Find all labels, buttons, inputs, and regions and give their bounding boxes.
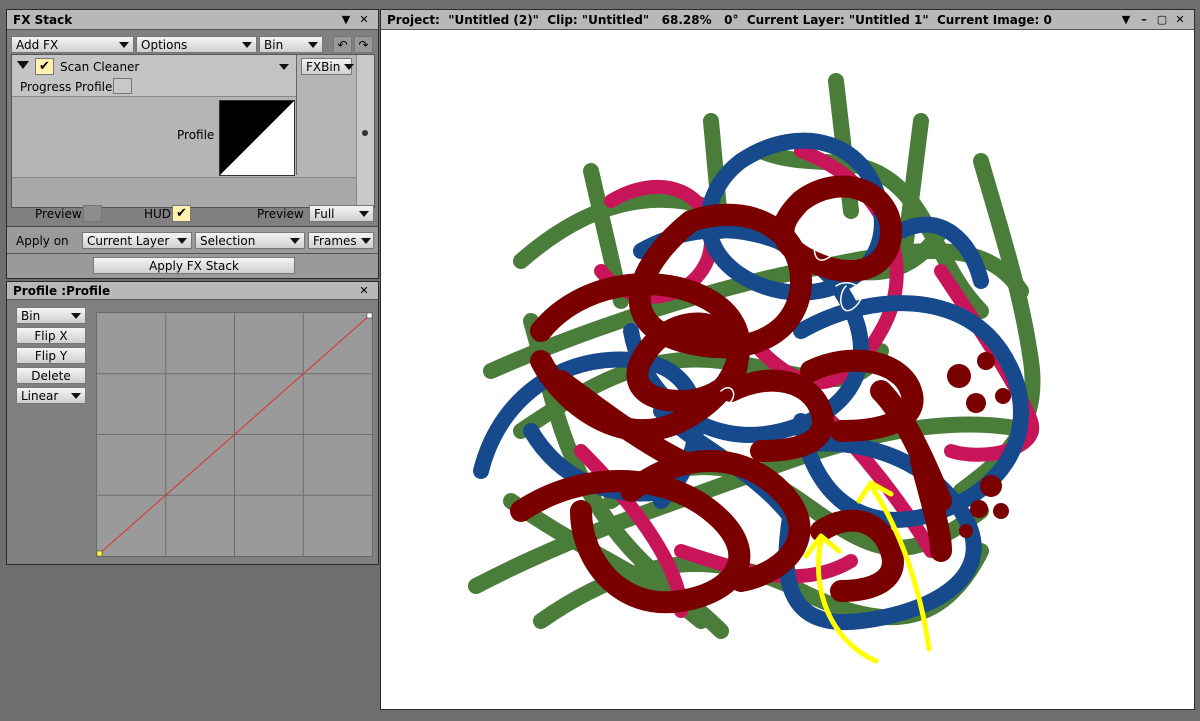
divider <box>296 55 297 175</box>
profile-curve-editor[interactable] <box>96 312 373 557</box>
progress-profile-label: Progress Profile <box>20 80 113 94</box>
hud-label: HUD <box>144 207 172 221</box>
minimize-icon[interactable]: – <box>1136 12 1152 28</box>
curve-end-point[interactable] <box>366 313 372 319</box>
chevron-down-icon <box>71 312 81 319</box>
profile-label: Profile <box>177 128 215 142</box>
preview-mode-label: Preview <box>257 207 304 221</box>
selection-value: Selection <box>200 233 256 248</box>
profile-preview-thumbnail[interactable] <box>219 100 295 176</box>
close-icon[interactable]: ✕ <box>356 12 372 28</box>
close-icon[interactable]: ✕ <box>356 283 372 299</box>
preview-mode-value: Full <box>314 206 335 221</box>
chevron-down-icon <box>119 41 129 48</box>
checkmark-icon: ✔ <box>176 206 187 221</box>
undo-icon[interactable]: ↶ <box>333 36 352 53</box>
maximize-icon[interactable]: ▢ <box>1154 12 1170 28</box>
drawing-canvas[interactable] <box>381 31 1194 710</box>
chevron-down-icon <box>308 41 318 48</box>
viewer-titlebar: Project: "Untitled (2)" Clip: "Untitled"… <box>381 10 1194 30</box>
collapse-triangle-icon[interactable] <box>17 61 29 69</box>
chevron-down-icon <box>290 237 300 244</box>
add-fx-label: Add FX <box>16 37 59 52</box>
fx-stack-titlebar: FX Stack ▼ ✕ <box>7 10 378 30</box>
preview-label: Preview <box>35 207 82 221</box>
bin-dropdown[interactable]: Bin <box>259 36 323 53</box>
divider <box>7 253 378 254</box>
frames-value: Frames <box>313 233 357 248</box>
profile-titlebar: Profile :Profile ✕ <box>7 282 378 300</box>
panel-menu-icon[interactable]: ▼ <box>1118 12 1134 28</box>
chevron-down-icon <box>242 41 252 48</box>
effect-list-empty-area <box>12 177 356 207</box>
preview-mode-dropdown[interactable]: Full <box>309 205 374 222</box>
redo-icon[interactable]: ↷ <box>354 36 373 53</box>
bin-label: Bin <box>264 37 284 52</box>
selection-dropdown[interactable]: Selection <box>195 232 305 249</box>
chevron-down-icon <box>177 237 187 244</box>
frames-dropdown[interactable]: Frames <box>308 232 374 249</box>
apply-target-value: Current Layer <box>87 233 170 248</box>
panel-menu-icon[interactable]: ▼ <box>338 12 354 28</box>
flip-x-button[interactable]: Flip X <box>16 327 86 344</box>
progress-profile-checkbox[interactable] <box>113 78 132 94</box>
apply-fx-stack-button[interactable]: Apply FX Stack <box>93 257 295 274</box>
scrollbar-thumb[interactable] <box>362 130 368 136</box>
chevron-down-icon <box>71 392 81 399</box>
image-viewer-panel: Project: "Untitled (2)" Clip: "Untitled"… <box>380 9 1195 710</box>
chevron-down-icon <box>360 237 371 244</box>
profile-panel-title: Profile :Profile <box>13 283 111 298</box>
options-dropdown[interactable]: Options <box>136 36 257 53</box>
chevron-down-icon <box>344 63 355 70</box>
preview-checkbox[interactable] <box>83 205 102 222</box>
hud-checkbox[interactable]: ✔ <box>172 205 191 222</box>
profile-panel: Profile :Profile ✕ Bin Flip X Flip Y Del… <box>6 281 379 565</box>
delete-button[interactable]: Delete <box>16 367 86 384</box>
curve-graph <box>97 313 372 556</box>
interpolation-value: Linear <box>21 388 59 403</box>
options-label: Options <box>141 37 188 52</box>
close-icon[interactable]: ✕ <box>1172 12 1188 28</box>
add-fx-dropdown[interactable]: Add FX <box>11 36 134 53</box>
darkred-scribble <box>510 175 952 614</box>
apply-target-dropdown[interactable]: Current Layer <box>82 232 192 249</box>
profile-bin-dropdown[interactable]: Bin <box>16 307 86 324</box>
effect-menu-chevron-icon[interactable] <box>279 64 289 70</box>
checkmark-icon[interactable]: ✔ <box>35 58 54 75</box>
profile-bin-label: Bin <box>21 308 41 323</box>
effect-name: Scan Cleaner <box>60 60 140 74</box>
viewer-title: Project: "Untitled (2)" Clip: "Untitled"… <box>387 12 1052 27</box>
fxbin-dropdown[interactable]: FXBin <box>301 58 355 75</box>
apply-on-label: Apply on <box>16 234 69 248</box>
fx-stack-panel: FX Stack ▼ ✕ Add FX Options Bin ↶ ↷ ✔ Sc… <box>6 9 379 279</box>
profile-thumbnail-graphic <box>220 101 294 175</box>
scrollbar[interactable] <box>356 55 374 207</box>
flip-y-button[interactable]: Flip Y <box>16 347 86 364</box>
chevron-down-icon <box>359 210 369 217</box>
curve-start-point[interactable] <box>97 550 103 556</box>
fxbin-label: FXBin <box>306 59 341 74</box>
fx-effect-list: ✔ Scan Cleaner FXBin Progress Profile Pr… <box>11 54 375 208</box>
fx-stack-title: FX Stack <box>13 12 73 27</box>
interpolation-dropdown[interactable]: Linear <box>16 387 86 404</box>
